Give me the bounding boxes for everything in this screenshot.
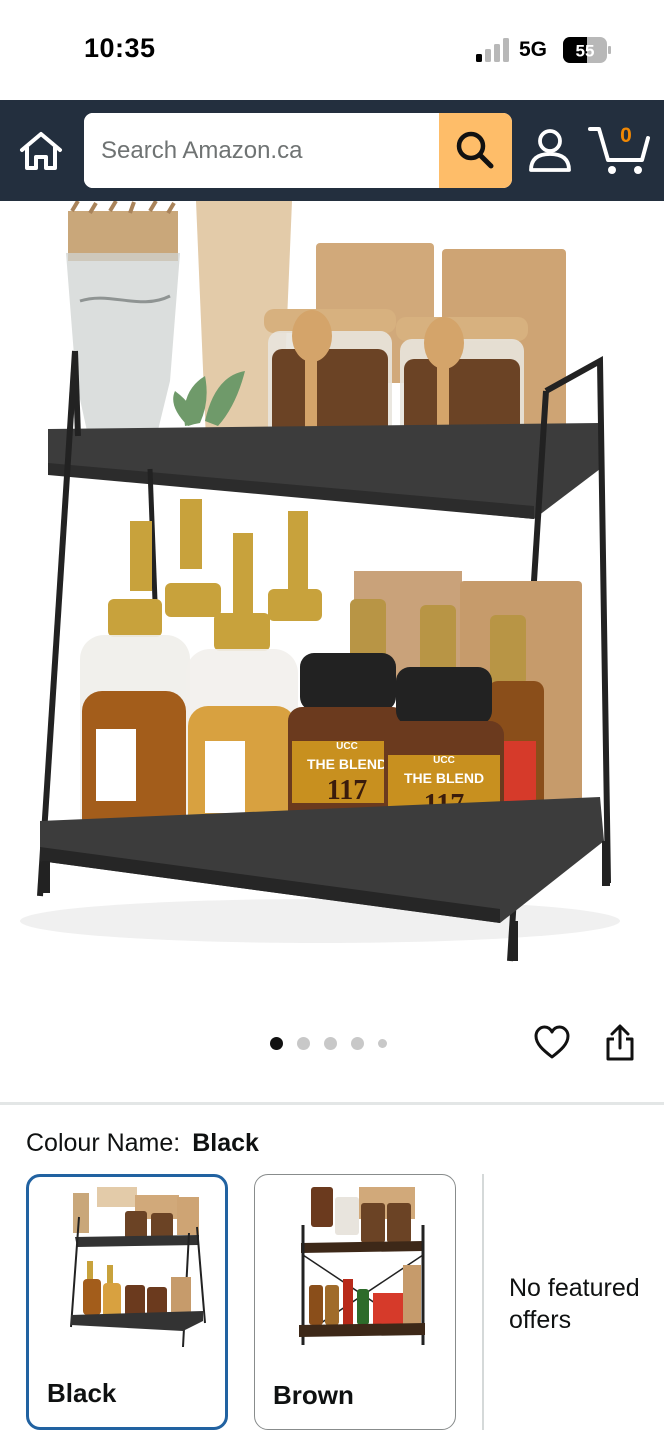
- carousel-dot-3[interactable]: [324, 1036, 337, 1050]
- share-icon[interactable]: [604, 1024, 636, 1062]
- colour-option-label: Brown: [273, 1380, 354, 1410]
- jar-brand: UCC: [336, 741, 358, 752]
- battery-level: 55: [576, 42, 595, 61]
- search-bar: [84, 113, 512, 188]
- image-carousel-dots: [270, 1036, 387, 1050]
- search-input[interactable]: [84, 113, 438, 188]
- swatch-thumbnail-black: [70, 1187, 206, 1348]
- section-divider: [0, 1102, 664, 1105]
- jar-name: THE BLEND: [404, 770, 484, 786]
- carousel-dot-5[interactable]: [378, 1038, 387, 1048]
- status-bar: 10:35 5G 55: [0, 0, 664, 100]
- jar-brand: UCC: [433, 755, 455, 766]
- product-image[interactable]: UCC THE BLEND 117 UCC THE BLEND 117: [0, 201, 664, 1001]
- no-featured-offers-text: No featured offers: [509, 1274, 640, 1334]
- swatch-divider: [482, 1174, 484, 1430]
- carousel-dot-4[interactable]: [351, 1036, 364, 1050]
- colour-option-black[interactable]: Black: [26, 1174, 228, 1430]
- carousel-dot-2[interactable]: [297, 1036, 310, 1050]
- account-icon[interactable]: [527, 128, 573, 174]
- swatch-thumbnail-brown: [299, 1187, 425, 1345]
- jar-number: 117: [327, 775, 367, 806]
- cellular-signal-icon: [476, 38, 509, 62]
- colour-name-label: Colour Name:: [26, 1129, 181, 1157]
- colour-name-row: Colour Name: Black: [26, 1129, 259, 1158]
- status-time: 10:35: [84, 33, 156, 63]
- search-button[interactable]: [439, 113, 512, 188]
- product-photo: UCC THE BLEND 117 UCC THE BLEND 117: [0, 201, 664, 1001]
- colour-option-brown[interactable]: Brown: [254, 1174, 456, 1430]
- search-icon: [456, 131, 494, 169]
- jar-name: THE BLEND: [307, 756, 387, 772]
- colour-name-value: Black: [192, 1129, 259, 1157]
- app-header: 0: [0, 100, 664, 201]
- colour-option-label: Black: [47, 1378, 117, 1408]
- heart-icon[interactable]: [533, 1024, 571, 1062]
- network-type: 5G: [519, 38, 548, 61]
- home-icon[interactable]: [18, 131, 64, 171]
- carousel-dot-1[interactable]: [270, 1036, 283, 1050]
- cart-count-badge: 0: [620, 124, 632, 147]
- battery-icon: 55: [563, 37, 611, 63]
